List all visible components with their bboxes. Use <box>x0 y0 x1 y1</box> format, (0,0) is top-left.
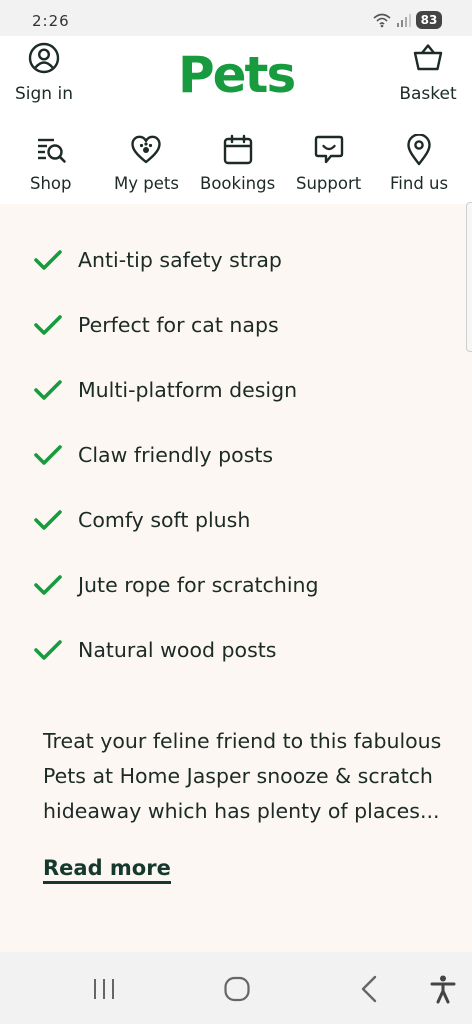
sign-in-button[interactable]: Sign in <box>14 42 74 104</box>
basket-label: Basket <box>399 84 457 104</box>
feature-label: Multi-platform design <box>78 378 298 402</box>
nav-bookings[interactable]: Bookings <box>200 134 275 193</box>
calendar-icon <box>223 134 252 165</box>
main-nav: Shop My pets Bookings Support Find us <box>0 120 472 204</box>
signal-icon <box>397 14 411 27</box>
nav-support[interactable]: Support <box>296 134 361 193</box>
feature-item: Anti-tip safety strap <box>34 248 282 272</box>
basket-button[interactable]: Basket <box>399 42 457 104</box>
feature-item: Multi-platform design <box>34 378 297 402</box>
nav-my-pets[interactable]: My pets <box>114 134 179 193</box>
feature-item: Comfy soft plush <box>34 508 250 532</box>
product-description: Treat your feline friend to this fabulou… <box>43 729 442 823</box>
pets-logo[interactable]: Pets <box>178 50 296 100</box>
check-icon <box>34 640 62 660</box>
basket-icon <box>413 44 443 71</box>
feature-label: Comfy soft plush <box>78 508 251 532</box>
chat-bubble-icon <box>314 135 343 164</box>
home-icon[interactable] <box>222 974 252 1004</box>
sign-in-label: Sign in <box>15 84 73 104</box>
feature-label: Natural wood posts <box>78 638 277 662</box>
accessibility-icon[interactable] <box>428 974 458 1004</box>
check-icon <box>34 510 62 530</box>
status-time: 2:26 <box>32 12 70 30</box>
status-icons: 83 <box>372 11 442 29</box>
feature-item: Jute rope for scratching <box>34 573 319 597</box>
read-more-link[interactable]: Read more <box>43 856 171 884</box>
check-icon <box>34 575 62 595</box>
nav-find-us[interactable]: Find us <box>390 134 448 193</box>
nav-find-us-label: Find us <box>390 174 449 193</box>
header: Sign in Pets Basket <box>0 36 472 120</box>
heart-icon <box>131 135 162 164</box>
feature-label: Claw friendly posts <box>78 443 274 467</box>
nav-support-label: Support <box>296 174 362 193</box>
check-icon <box>34 380 62 400</box>
nav-shop[interactable]: Shop <box>30 134 72 193</box>
feature-item: Natural wood posts <box>34 638 276 662</box>
feature-item: Claw friendly posts <box>34 443 273 467</box>
wifi-icon <box>373 13 391 28</box>
check-icon <box>34 315 62 335</box>
user-icon <box>28 42 60 74</box>
feature-item: Perfect for cat naps <box>34 313 279 337</box>
back-icon[interactable] <box>354 974 384 1004</box>
product-details: Anti-tip safety strap Perfect for cat na… <box>0 204 472 952</box>
battery-icon: 83 <box>416 11 442 29</box>
feature-label: Anti-tip safety strap <box>78 248 282 272</box>
nav-bookings-label: Bookings <box>200 174 276 193</box>
feature-label: Perfect for cat naps <box>78 313 279 337</box>
check-icon <box>34 250 62 270</box>
location-pin-icon <box>407 134 431 166</box>
search-list-icon <box>37 138 66 163</box>
status-bar: 2:26 83 <box>0 0 472 36</box>
check-icon <box>34 445 62 465</box>
system-nav-bar <box>0 952 472 1024</box>
feature-label: Jute rope for scratching <box>78 573 319 597</box>
nav-shop-label: Shop <box>30 174 72 193</box>
recent-apps-icon[interactable] <box>90 974 120 1004</box>
nav-my-pets-label: My pets <box>114 174 179 193</box>
scrollbar[interactable] <box>466 202 472 352</box>
